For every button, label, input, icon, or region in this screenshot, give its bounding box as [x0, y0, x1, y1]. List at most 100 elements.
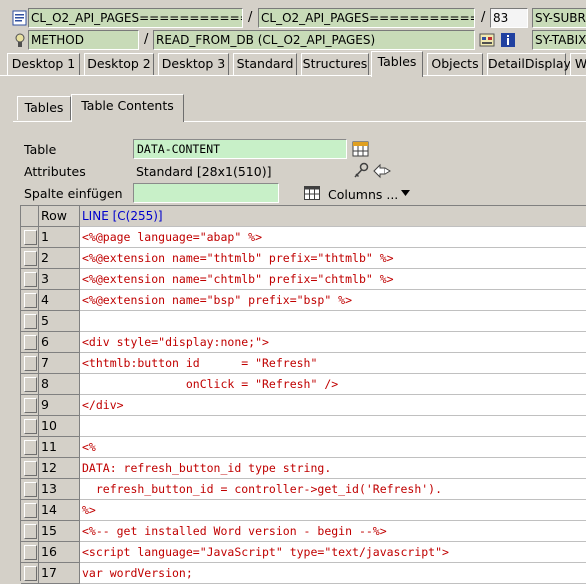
tab-desktop-3[interactable]: Desktop 3	[158, 53, 229, 75]
row-select-button[interactable]	[21, 353, 39, 374]
row-select-box[interactable]	[24, 440, 37, 455]
desktop-tab-strip: Desktop 1 Desktop 2 Desktop 3 Standard S…	[0, 51, 586, 77]
row-select-box[interactable]	[24, 503, 37, 518]
row-select-button[interactable]	[21, 374, 39, 395]
table-row[interactable]: 8 onClick = "Refresh" />	[21, 374, 586, 395]
table-row[interactable]: 5	[21, 311, 586, 332]
row-line-text[interactable]: <%@extension name="chtmlb" prefix="chtml…	[80, 269, 586, 290]
table-row[interactable]: 3 <%@extension name="chtmlb" prefix="chtm…	[21, 269, 586, 290]
row-select-button[interactable]	[21, 479, 39, 500]
columns-menu-label[interactable]: Columns ...	[328, 187, 398, 202]
table-name-field[interactable]: DATA-CONTENT	[133, 139, 347, 159]
table-row[interactable]: 9 </div>	[21, 395, 586, 416]
row-line-text[interactable]: <%@page language="abap" %>	[80, 227, 586, 248]
table-row[interactable]: 4 <%@extension name="bsp" prefix="bsp" %>	[21, 290, 586, 311]
table-row[interactable]: 11 <%	[21, 437, 586, 458]
row-line-text[interactable]: %>	[80, 500, 586, 521]
table-row[interactable]: 13 refresh_button_id = controller->get_i…	[21, 479, 586, 500]
tab-desktop-2[interactable]: Desktop 2	[84, 53, 154, 75]
program-icon[interactable]	[12, 10, 28, 26]
subtab-table-contents[interactable]: Table Contents	[71, 94, 184, 122]
row-select-box[interactable]	[24, 419, 37, 434]
column-header-line[interactable]: LINE [C(255)]	[80, 206, 586, 227]
event-name-field[interactable]: READ_FROM_DB (CL_O2_API_PAGES)	[153, 30, 475, 50]
table-row[interactable]: 1 <%@page language="abap" %>	[21, 227, 586, 248]
row-line-text[interactable]: <div style="display:none;">	[80, 332, 586, 353]
row-select-box[interactable]	[24, 293, 37, 308]
tab-standard[interactable]: Standard	[233, 53, 297, 75]
row-select-button[interactable]	[21, 395, 39, 416]
table-row[interactable]: 15 <%-- get installed Word version - begi…	[21, 521, 586, 542]
row-select-button[interactable]	[21, 269, 39, 290]
column-header-row[interactable]: Row	[39, 206, 80, 227]
row-line-text[interactable]: onClick = "Refresh" />	[80, 374, 586, 395]
row-line-text[interactable]: DATA: refresh_button_id type string.	[80, 458, 586, 479]
tab-desktop-1[interactable]: Desktop 1	[7, 53, 80, 75]
sy-subrc-field[interactable]: SY-SUBRC	[532, 8, 586, 28]
tab-more[interactable]: W	[570, 53, 586, 75]
row-line-text[interactable]: </div>	[80, 395, 586, 416]
row-select-button[interactable]	[21, 248, 39, 269]
row-select-box[interactable]	[24, 398, 37, 413]
row-select-button[interactable]	[21, 416, 39, 437]
table-row[interactable]: 12 DATA: refresh_button_id type string.	[21, 458, 586, 479]
chevron-down-icon[interactable]	[401, 190, 410, 196]
row-select-button[interactable]	[21, 311, 39, 332]
row-select-box[interactable]	[24, 545, 37, 560]
row-select-button[interactable]	[21, 227, 39, 248]
key-icon[interactable]	[352, 162, 370, 180]
subtab-tables[interactable]: Tables	[17, 96, 71, 120]
row-select-box[interactable]	[24, 482, 37, 497]
row-select-button[interactable]	[21, 521, 39, 542]
watch-icon[interactable]	[479, 32, 495, 48]
method-icon[interactable]	[12, 32, 28, 48]
table-row[interactable]: 10	[21, 416, 586, 437]
row-select-button[interactable]	[21, 437, 39, 458]
row-line-text[interactable]: <%-- get installed Word version - begin …	[80, 521, 586, 542]
tab-detaildisplay[interactable]: DetailDisplay	[487, 53, 571, 75]
row-select-box[interactable]	[24, 524, 37, 539]
event-type-field[interactable]: METHOD	[28, 30, 139, 50]
include-name-field[interactable]: CL_O2_API_PAGES=================	[258, 8, 475, 28]
program-name-field[interactable]: CL_O2_API_PAGES=================	[28, 8, 243, 28]
table-row[interactable]: 16 <script language="JavaScript" type="te…	[21, 542, 586, 563]
table-row[interactable]: 14 %>	[21, 500, 586, 521]
row-select-box[interactable]	[24, 566, 37, 581]
sy-tabix-field[interactable]: SY-TABIX	[532, 30, 586, 50]
tab-tables[interactable]: Tables	[371, 51, 423, 77]
row-line-text[interactable]	[80, 311, 586, 332]
row-select-button[interactable]	[21, 500, 39, 521]
row-line-text[interactable]	[80, 416, 586, 437]
row-line-text[interactable]: <%@extension name="thtmlb" prefix="thtml…	[80, 248, 586, 269]
table-row[interactable]: 7 <thtmlb:button id = "Refresh"	[21, 353, 586, 374]
table-row[interactable]: 2 <%@extension name="thtmlb" prefix="thtm…	[21, 248, 586, 269]
row-select-box[interactable]	[24, 335, 37, 350]
row-select-box[interactable]	[24, 314, 37, 329]
row-line-text[interactable]: <%@extension name="bsp" prefix="bsp" %>	[80, 290, 586, 311]
insert-column-field[interactable]	[133, 183, 279, 203]
row-number: 16	[39, 542, 80, 563]
row-select-button[interactable]	[21, 290, 39, 311]
row-select-box[interactable]	[24, 461, 37, 476]
row-select-box[interactable]	[24, 356, 37, 371]
navigate-icon[interactable]	[372, 162, 392, 180]
table-row[interactable]: 6 <div style="display:none;">	[21, 332, 586, 353]
info-icon[interactable]	[500, 32, 516, 48]
columns-icon[interactable]	[304, 186, 320, 200]
row-select-button[interactable]	[21, 542, 39, 563]
table-display-icon[interactable]	[352, 141, 369, 157]
row-line-text[interactable]: <thtmlb:button id = "Refresh"	[80, 353, 586, 374]
select-all-cell[interactable]	[21, 206, 39, 227]
row-select-box[interactable]	[24, 377, 37, 392]
row-select-button[interactable]	[21, 332, 39, 353]
line-number-field[interactable]: 83	[490, 8, 528, 28]
tab-objects[interactable]: Objects	[427, 53, 483, 75]
row-select-box[interactable]	[24, 272, 37, 287]
row-select-box[interactable]	[24, 230, 37, 245]
tab-structures[interactable]: Structures	[301, 53, 369, 75]
row-line-text[interactable]: <%	[80, 437, 586, 458]
row-line-text[interactable]: refresh_button_id = controller->get_id('…	[80, 479, 586, 500]
row-select-box[interactable]	[24, 251, 37, 266]
row-select-button[interactable]	[21, 458, 39, 479]
row-line-text[interactable]: <script language="JavaScript" type="text…	[80, 542, 586, 563]
